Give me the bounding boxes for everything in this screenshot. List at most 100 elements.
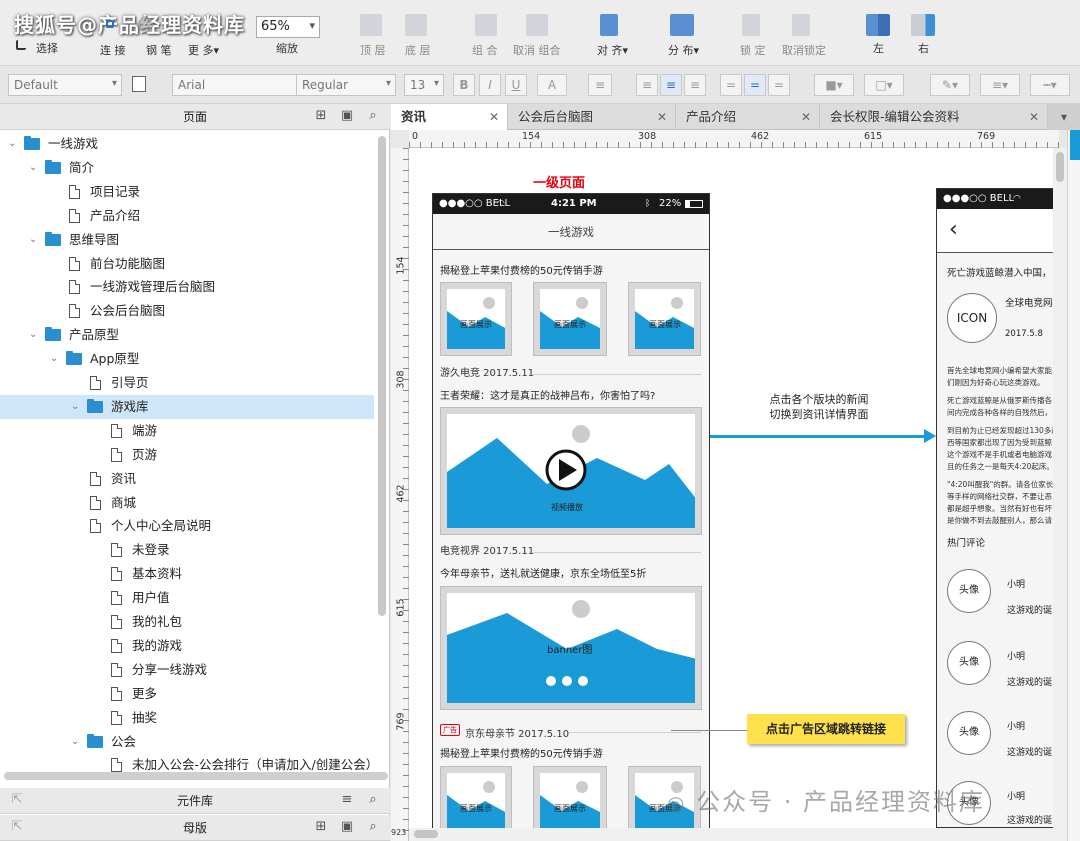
chevron-down-icon[interactable]: ⌄: [29, 228, 37, 252]
line-color-button[interactable]: ✎▾: [930, 74, 970, 96]
canvas-horizontal-scroll-thumb[interactable]: [414, 830, 438, 838]
right-panel-tab[interactable]: [1070, 130, 1080, 160]
chevron-down-icon[interactable]: ⌄: [29, 323, 37, 347]
underline-button[interactable]: U: [505, 74, 527, 96]
line-width-button[interactable]: ≡▾: [980, 74, 1020, 96]
chevron-down-icon[interactable]: ⌄: [50, 347, 58, 371]
design-canvas[interactable]: 一级页面 ●●●○○ BELL ◠ 4:21 PM ᛒ 22% 一线游戏 揭秘登…: [409, 148, 1053, 828]
tree-item[interactable]: 一线游戏管理后台脑图: [0, 275, 374, 299]
send-to-back-icon[interactable]: [405, 14, 427, 36]
master-search-icon[interactable]: ⌕: [366, 820, 380, 834]
italic-button[interactable]: I: [479, 74, 501, 96]
shadow-button[interactable]: □▾: [864, 74, 904, 96]
unlock-icon[interactable]: [792, 14, 810, 36]
bullet-list-button[interactable]: ≡: [588, 74, 612, 96]
valign-top-button[interactable]: =: [720, 74, 742, 96]
tree-item[interactable]: 公会后台脑图: [0, 299, 374, 323]
chevron-down-icon[interactable]: ⌄: [8, 132, 16, 156]
tree-item[interactable]: 我的礼包: [0, 610, 374, 634]
tree-item[interactable]: 分享一线游戏: [0, 658, 374, 682]
news-title-3[interactable]: 今年母亲节，送礼就送健康，京东全场低至5折: [440, 565, 646, 580]
tree-item[interactable]: 基本资料: [0, 562, 374, 586]
style-select[interactable]: Default: [8, 74, 122, 96]
connect-button[interactable]: 连 接: [100, 42, 126, 58]
align-right-text-button[interactable]: ≡: [684, 74, 706, 96]
collapse-arrow-icon[interactable]: ⇱: [10, 793, 24, 807]
add-folder-icon[interactable]: ▣: [340, 109, 354, 123]
valign-middle-button[interactable]: =: [744, 74, 766, 96]
tree-item[interactable]: 未登录: [0, 538, 374, 562]
close-icon[interactable]: ✕: [657, 104, 667, 130]
group-icon[interactable]: [475, 14, 497, 36]
font-size-select[interactable]: 13: [404, 74, 444, 96]
close-icon[interactable]: ✕: [1029, 104, 1039, 130]
right-pane-icon[interactable]: [911, 14, 935, 36]
more-button[interactable]: 更 多▾: [188, 42, 219, 58]
tree-item[interactable]: ⌄ App原型: [0, 347, 374, 371]
thumbnail[interactable]: 画面展示: [628, 282, 701, 356]
tree-item[interactable]: 引导页: [0, 371, 374, 395]
style-edit-icon[interactable]: [132, 76, 146, 92]
tree-item[interactable]: ⌄ 简介: [0, 156, 374, 180]
tree-item[interactable]: 商城: [0, 491, 374, 515]
banner-image[interactable]: banner图: [440, 586, 702, 710]
tree-item[interactable]: 用户值: [0, 586, 374, 610]
font-select[interactable]: Arial: [172, 74, 312, 96]
news-title-2[interactable]: 王者荣耀：这才是真正的战神吕布，你害怕了吗?: [440, 387, 655, 402]
widget-search-icon[interactable]: ⌕: [366, 793, 380, 807]
tree-item[interactable]: ⌄ 思维导图: [0, 228, 374, 252]
lock-icon[interactable]: [742, 14, 760, 36]
pen-button[interactable]: 钢 笔: [146, 42, 172, 58]
tree-item[interactable]: 抽奖: [0, 706, 374, 730]
tree-item[interactable]: ⌄ 公会: [0, 730, 374, 754]
chevron-down-icon[interactable]: ⌄: [29, 156, 37, 180]
tree-item[interactable]: 前台功能脑图: [0, 252, 374, 276]
masters-collapse-arrow-icon[interactable]: ⇱: [10, 820, 24, 834]
chevron-down-icon[interactable]: ⌄: [71, 730, 79, 754]
canvas-vertical-scrollbar[interactable]: [1053, 148, 1067, 828]
close-icon[interactable]: ✕: [801, 104, 811, 130]
video-thumbnail[interactable]: 视频播放: [440, 407, 702, 535]
canvas-vertical-scroll-thumb[interactable]: [1056, 152, 1064, 182]
add-master-icon[interactable]: ⊞: [314, 820, 328, 834]
menu-icon[interactable]: ≡: [340, 793, 354, 807]
left-pane-icon[interactable]: [866, 14, 890, 36]
tab-guild-edit[interactable]: 会长权限-编辑公会资料 ✕: [820, 104, 1048, 130]
font-color-button[interactable]: A: [537, 74, 567, 96]
play-icon[interactable]: [547, 451, 585, 489]
search-icon[interactable]: ⌕: [366, 109, 380, 123]
tree-item[interactable]: 我的游戏: [0, 634, 374, 658]
tree-item[interactable]: 资讯: [0, 467, 374, 491]
tree-item[interactable]: 个人中心全局说明: [0, 514, 374, 538]
line-style-button[interactable]: ┅▾: [1030, 74, 1070, 96]
add-page-icon[interactable]: ⊞: [314, 109, 328, 123]
tree-item[interactable]: ⌄ 产品原型: [0, 323, 374, 347]
back-chevron-icon[interactable]: ‹: [949, 217, 958, 242]
bring-to-front-icon[interactable]: [360, 14, 382, 36]
tree-horizontal-scrollbar[interactable]: [4, 772, 388, 780]
chevron-down-icon[interactable]: ⌄: [71, 395, 79, 419]
tree-item[interactable]: 项目记录: [0, 180, 374, 204]
tab-news[interactable]: 资讯 ✕: [391, 104, 508, 130]
thumbnail[interactable]: 画面展示: [533, 282, 607, 356]
thumbnail[interactable]: 画面展示: [440, 282, 512, 356]
distribute-icon[interactable]: [670, 14, 694, 36]
tree-scrollbar[interactable]: [378, 136, 386, 616]
ungroup-icon[interactable]: [526, 14, 548, 36]
tree-item[interactable]: ⌄ 一线游戏: [0, 132, 374, 156]
align-icon[interactable]: [600, 14, 618, 36]
tabs-overflow-chevron-down-icon[interactable]: ▾: [1048, 104, 1080, 130]
tab-product-intro[interactable]: 产品介绍 ✕: [676, 104, 820, 130]
bold-button[interactable]: B: [453, 74, 475, 96]
close-icon[interactable]: ✕: [489, 104, 499, 130]
align-left-text-button[interactable]: ≡: [636, 74, 658, 96]
valign-bottom-button[interactable]: =: [768, 74, 790, 96]
fill-color-button[interactable]: ■▾: [814, 74, 854, 96]
select-button[interactable]: 选择: [36, 40, 58, 56]
thumbnail[interactable]: 画面展示: [533, 766, 607, 828]
tab-guild-mindmap[interactable]: 公会后台脑图 ✕: [508, 104, 676, 130]
tree-item[interactable]: 更多: [0, 682, 374, 706]
tree-item[interactable]: 页游: [0, 443, 374, 467]
tree-item[interactable]: 产品介绍: [0, 204, 374, 228]
canvas-horizontal-scrollbar[interactable]: [409, 828, 1069, 841]
